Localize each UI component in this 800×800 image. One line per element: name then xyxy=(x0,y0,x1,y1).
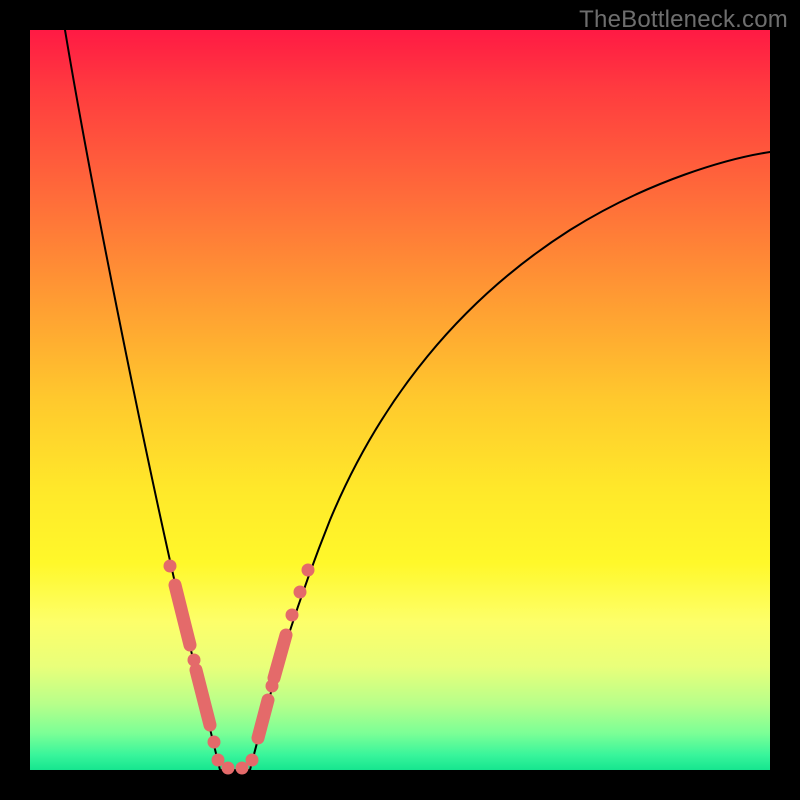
chart-frame xyxy=(30,30,770,770)
bead-dot xyxy=(294,586,307,599)
bead-dot xyxy=(208,736,221,749)
bead-dot xyxy=(188,654,201,667)
bead-dot xyxy=(246,754,259,767)
curve-right-arm xyxy=(250,152,770,770)
bead-dot xyxy=(222,762,235,775)
bead-dot xyxy=(286,609,299,622)
bead-dot xyxy=(302,564,315,577)
bottleneck-curve xyxy=(30,30,770,770)
bead-segment xyxy=(175,585,190,645)
bead-segment xyxy=(258,700,268,738)
bead-segment xyxy=(274,635,286,678)
watermark-text: TheBottleneck.com xyxy=(579,6,788,34)
bead-segment xyxy=(196,670,210,725)
bead-dot xyxy=(266,680,279,693)
bead-dot xyxy=(164,560,177,573)
